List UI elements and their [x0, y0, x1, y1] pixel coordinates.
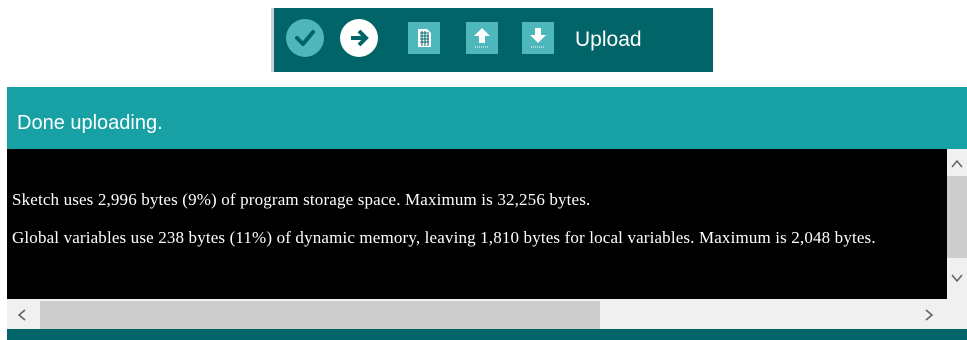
verify-button[interactable]: [286, 19, 324, 57]
scroll-down-icon[interactable]: [950, 270, 964, 284]
document-icon: [418, 29, 431, 47]
console-line: Sketch uses 2,996 bytes (9%) of program …: [12, 190, 591, 209]
console-output: Sketch uses 2,996 bytes (9%) of program …: [7, 149, 947, 299]
bottom-edge: [7, 329, 967, 340]
arrow-right-icon: [351, 29, 369, 47]
scroll-left-icon[interactable]: [15, 307, 29, 321]
open-button[interactable]: [466, 22, 498, 54]
scrollbar-corner: [947, 299, 967, 329]
console-line: Global variables use 238 bytes (11%) of …: [12, 228, 876, 247]
upload-button[interactable]: [340, 19, 378, 57]
scroll-right-icon[interactable]: [922, 307, 936, 321]
arrow-up-icon: [474, 28, 490, 48]
status-bar: Done uploading.: [7, 87, 967, 149]
toolbar-hover-label: Upload: [575, 28, 642, 51]
save-button[interactable]: [522, 22, 554, 54]
vertical-scrollbar-thumb[interactable]: [947, 176, 967, 258]
scroll-up-icon[interactable]: [950, 156, 964, 170]
new-button[interactable]: [408, 22, 440, 54]
toolbar-left-edge: [271, 8, 274, 72]
status-message: Done uploading.: [17, 112, 163, 134]
arrow-down-icon: [530, 28, 546, 48]
horizontal-scrollbar-thumb[interactable]: [40, 301, 600, 329]
checkmark-icon: [295, 30, 315, 46]
